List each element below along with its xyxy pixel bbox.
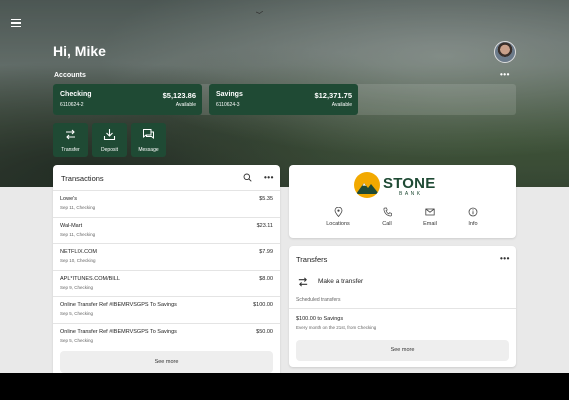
deposit-icon [103,129,116,141]
message-icon [143,129,154,139]
table-row[interactable]: Online Transfer Ref #IBEMRVSGPS To Savin… [53,296,280,323]
transaction-amount: $50.00 [256,328,273,335]
deposit-button[interactable]: Deposit [92,123,127,157]
greeting: Hi, Mike [53,43,106,59]
scheduled-transfers-label: Scheduled transfers [296,297,341,303]
transaction-amount: $100.00 [253,302,273,308]
accounts-label: Accounts [54,72,86,79]
call-button[interactable]: Call [367,207,407,227]
transaction-description: Wal-Mart [60,222,83,229]
account-card-checking[interactable]: Checking 6110624-2 $5,123.86 Available [53,84,202,115]
transactions-more-icon[interactable]: ••• [264,174,274,182]
account-name: Savings [216,91,243,98]
phone-icon [383,207,392,217]
account-name: Checking [60,91,92,98]
transaction-description: APL*ITUNES.COM/BILL [60,275,120,282]
transaction-description: Online Transfer Ref #IBEMRVSGPS To Savin… [60,302,177,308]
deposit-label: Deposit [101,147,118,153]
locations-button[interactable]: Locations [318,207,358,227]
scheduled-transfer-amount[interactable]: $100.00 to Savings [296,316,343,322]
transaction-meta: Sep 11, Checking [60,231,96,237]
email-icon [425,208,435,216]
account-number: 6110624-3 [216,102,240,108]
account-available-label: Available [331,102,352,108]
transfers-card: Transfers ••• Make a transfer Scheduled … [289,246,516,367]
transfer-icon [66,129,75,140]
scheduled-transfer-meta: Every month on the 21st, from Checking [296,325,377,330]
table-row[interactable]: NETFLIX.COM Sep 10, Checking $7.99 [53,243,280,270]
transfer-button[interactable]: Transfer [53,123,88,157]
table-row[interactable]: Online Transfer Ref #IBEMRVSGPS To Savin… [53,322,280,350]
transaction-meta: Sep 5, Checking [60,311,94,316]
transaction-meta: Sep 10, Checking [60,258,96,263]
transfers-see-more-button[interactable]: See more [296,340,509,361]
transactions-see-more-button[interactable]: See more [60,351,273,373]
stone-bank-logo: STONE BANK [354,172,454,200]
info-icon [468,207,478,217]
account-balance: $12,371.75 [314,91,352,100]
app-screen: Hi, Mike Accounts ••• Checking 6110624-2… [0,0,569,373]
bank-info-card: STONE BANK Locations Call Email Info [289,165,516,238]
transfers-title: Transfers [296,255,328,264]
make-transfer-button[interactable]: Make a transfer [296,274,509,290]
hamburger-menu-icon[interactable] [11,19,21,28]
transaction-meta: Sep 11, Checking [60,205,96,210]
message-label: Message [138,147,159,153]
divider [289,308,516,309]
account-available-label: Available [175,102,196,108]
transactions-list: Lowe's Sep 11, Checking $5.35 Wal-Mart S… [53,190,280,349]
table-row[interactable]: Wal-Mart Sep 11, Checking $23.11 [53,216,280,244]
transfer-icon [298,277,308,287]
transfer-label: Transfer [61,147,80,153]
transaction-meta: Sep 9, Checking [60,284,94,290]
table-row[interactable]: Lowe's Sep 11, Checking $5.35 [53,190,280,217]
make-transfer-label: Make a transfer [318,278,364,285]
search-icon[interactable] [243,173,252,182]
logo-wordmark-bank: BANK [399,191,423,197]
transaction-description: Lowe's [60,196,77,202]
mountain-logo-icon [354,172,380,198]
table-row[interactable]: APL*ITUNES.COM/BILL Sep 9, Checking $8.0… [53,269,280,297]
email-button[interactable]: Email [410,207,450,227]
transaction-amount: $5.35 [259,196,273,202]
location-pin-icon [334,207,342,217]
account-number: 6110624-2 [60,102,84,108]
transaction-amount: $23.11 [256,222,273,229]
account-card-savings[interactable]: Savings 6110624-3 $12,371.75 Available [209,84,358,115]
account-balance: $5,123.86 [162,91,196,100]
avatar[interactable] [494,41,516,63]
logo-wordmark-stone: STONE [383,175,436,192]
transaction-amount: $7.99 [259,249,273,255]
info-button[interactable]: Info [453,207,493,227]
transactions-card: Transactions ••• Lowe's Sep 11, Checking… [53,165,280,373]
transaction-description: Online Transfer Ref #IBEMRVSGPS To Savin… [60,328,177,335]
transaction-meta: Sep 5, Checking [60,337,94,343]
bird-icon [256,11,263,14]
transfers-more-icon[interactable]: ••• [500,255,510,263]
info-label: Info [468,221,478,227]
transaction-amount: $8.00 [259,275,273,282]
call-label: Call [382,221,392,227]
email-label: Email [423,221,437,227]
message-button[interactable]: Message [131,123,166,157]
locations-label: Locations [326,221,350,227]
transaction-description: NETFLIX.COM [60,249,97,255]
transactions-title: Transactions [61,174,104,183]
accounts-more-icon[interactable]: ••• [500,71,510,79]
